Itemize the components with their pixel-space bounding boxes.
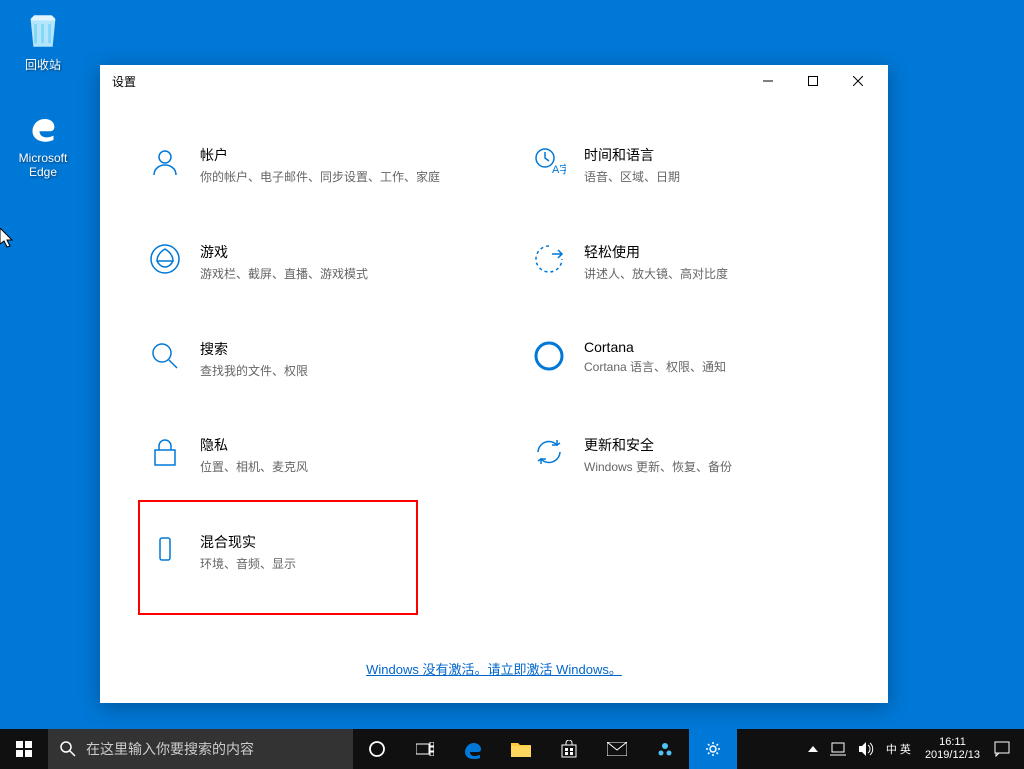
activation-link: Windows 没有激活。请立即激活 Windows。 [100,659,888,679]
settings-desc: 查找我的文件、权限 [200,363,456,380]
settings-title: 更新和安全 [584,435,840,455]
edge-icon [22,105,64,147]
task-view-icon[interactable] [401,729,449,769]
settings-desc: Cortana 语言、权限、通知 [584,359,840,376]
start-button[interactable] [0,729,48,769]
maximize-button[interactable] [790,66,835,96]
tray-chevron-icon[interactable] [802,729,824,769]
settings-desc: Windows 更新、恢复、备份 [584,459,840,476]
mail-taskbar-icon[interactable] [593,729,641,769]
tray-network-icon[interactable] [824,729,852,769]
window-title: 设置 [108,73,745,90]
settings-item-privacy[interactable]: 隐私 位置、相机、麦克风 [140,427,464,484]
settings-taskbar-icon[interactable] [689,729,737,769]
taskbar-search[interactable]: 在这里输入你要搜索的内容 [48,729,353,769]
time-language-icon: A字 [532,145,566,179]
privacy-icon [148,435,182,469]
tray-time: 16:11 [925,736,980,749]
svg-text:A字: A字 [552,162,566,176]
update-security-icon [532,435,566,469]
close-button[interactable] [835,66,880,96]
settings-item-ease-of-access[interactable]: 轻松使用 讲述人、放大镜、高对比度 [524,234,848,291]
accounts-icon [148,145,182,179]
settings-title: Cortana [584,339,840,355]
settings-desc: 环境、音频、显示 [200,556,408,573]
tray-volume-icon[interactable] [852,729,880,769]
settings-item-mixed-reality[interactable]: 混合现实 环境、音频、显示 [138,500,418,615]
ease-of-access-icon [532,242,566,276]
settings-window: 设置 帐户 你的帐户、电子邮件、同步设置、工作、家庭 [100,65,888,703]
settings-item-update-security[interactable]: 更新和安全 Windows 更新、恢复、备份 [524,427,848,484]
search-placeholder: 在这里输入你要搜索的内容 [86,739,254,759]
explorer-taskbar-icon[interactable] [497,729,545,769]
settings-desc: 讲述人、放大镜、高对比度 [584,266,840,283]
tray-clock[interactable]: 16:11 2019/12/13 [917,729,988,769]
settings-title: 轻松使用 [584,242,840,262]
mixed-reality-icon [148,532,182,566]
desktop-icon-recycle-bin[interactable]: 回收站 [8,10,78,73]
settings-title: 搜索 [200,339,456,359]
recycle-bin-icon [22,10,64,52]
settings-item-cortana[interactable]: Cortana Cortana 语言、权限、通知 [524,331,848,388]
settings-title: 帐户 [200,145,456,165]
settings-desc: 位置、相机、麦克风 [200,459,456,476]
activate-windows-link[interactable]: Windows 没有激活。请立即激活 Windows。 [366,662,622,677]
title-bar: 设置 [100,65,888,97]
settings-item-gaming[interactable]: 游戏 游戏栏、截屏、直播、游戏模式 [140,234,464,291]
settings-title: 隐私 [200,435,456,455]
search-icon [60,741,76,757]
edge-taskbar-icon[interactable] [449,729,497,769]
cortana-icon [532,339,566,373]
gaming-icon [148,242,182,276]
settings-title: 时间和语言 [584,145,840,165]
tray-date: 2019/12/13 [925,749,980,762]
taskbar: 在这里输入你要搜索的内容 中 英 16:11 2019/12/13 [0,729,1024,769]
desktop-icon-edge[interactable]: Microsoft Edge [8,105,78,179]
tray-ime[interactable]: 中 英 [880,729,917,769]
cortana-taskbar-icon[interactable] [353,729,401,769]
tray-notifications-icon[interactable] [988,729,1016,769]
search-icon [148,339,182,373]
app-taskbar-icon[interactable] [641,729,689,769]
minimize-button[interactable] [745,66,790,96]
store-taskbar-icon[interactable] [545,729,593,769]
settings-item-accounts[interactable]: 帐户 你的帐户、电子邮件、同步设置、工作、家庭 [140,137,464,194]
settings-title: 混合现实 [200,532,408,552]
desktop-icon-label: Microsoft Edge [8,151,78,179]
settings-desc: 语音、区域、日期 [584,169,840,186]
settings-desc: 你的帐户、电子邮件、同步设置、工作、家庭 [200,169,456,186]
settings-item-time-language[interactable]: A字 时间和语言 语音、区域、日期 [524,137,848,194]
cursor-icon [0,228,16,250]
settings-item-search[interactable]: 搜索 查找我的文件、权限 [140,331,464,388]
settings-desc: 游戏栏、截屏、直播、游戏模式 [200,266,456,283]
desktop-icon-label: 回收站 [8,56,78,73]
settings-title: 游戏 [200,242,456,262]
